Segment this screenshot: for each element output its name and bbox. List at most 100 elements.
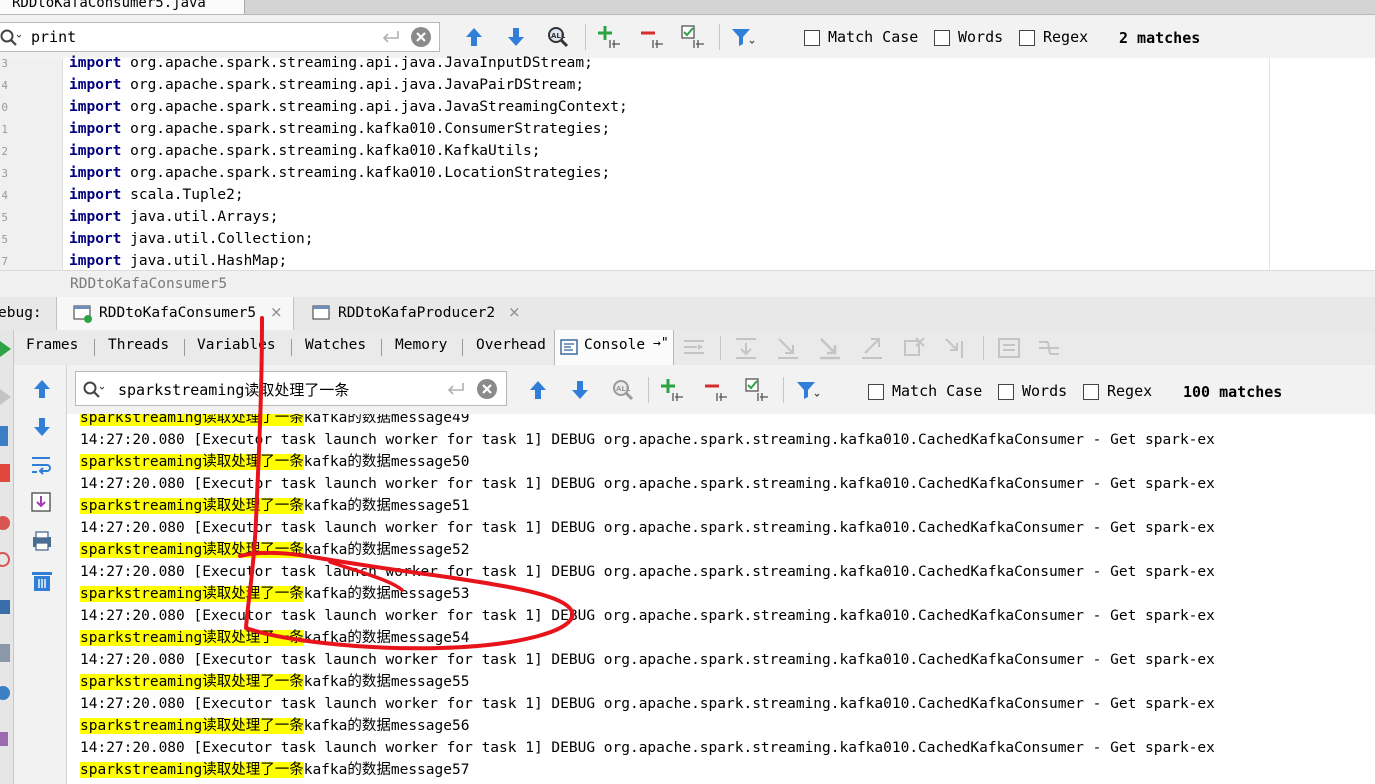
pause-icon[interactable] <box>0 386 12 408</box>
arrow-up-icon[interactable] <box>461 24 487 50</box>
filter-icon[interactable] <box>730 24 756 50</box>
close-icon[interactable]: × <box>270 303 283 321</box>
camera-icon[interactable] <box>0 600 10 614</box>
arrow-down-icon[interactable] <box>29 414 55 440</box>
match-case-checkbox[interactable] <box>804 30 820 46</box>
find-all-icon[interactable]: ALL <box>544 24 570 50</box>
step-out-icon[interactable] <box>859 335 885 361</box>
console-text: 14:27:20.080 [Executor task launch worke… <box>80 608 1215 624</box>
tab-threads[interactable]: Threads <box>108 337 169 353</box>
tab-console-label: Console <box>584 337 646 353</box>
regex-checkbox[interactable] <box>1019 30 1035 46</box>
code-line[interactable]: import scala.Tuple2; <box>69 187 244 203</box>
trace-icon[interactable] <box>1036 335 1062 361</box>
search-highlight: sparkstreaming读取处理了一条 <box>80 414 304 426</box>
tab-variables[interactable]: Variables <box>197 337 276 353</box>
line-number: 7 <box>1 255 8 268</box>
pin-icon[interactable]: →" <box>653 336 669 351</box>
code-line[interactable]: import org.apache.spark.streaming.api.ja… <box>69 55 593 71</box>
breakpoints-icon[interactable] <box>0 516 10 530</box>
console-text: kafka的数据message53 <box>303 586 470 602</box>
console-search-input[interactable] <box>118 379 438 399</box>
remove-selection-icon[interactable] <box>639 24 665 50</box>
force-step-into-icon[interactable] <box>817 335 843 361</box>
tab-watches[interactable]: Watches <box>305 337 366 353</box>
breadcrumb: RDDtoKafaConsumer5 <box>0 270 1375 298</box>
select-all-occurrences-icon[interactable] <box>744 377 770 403</box>
arrow-down-icon[interactable] <box>503 24 529 50</box>
step-into-icon[interactable] <box>775 335 801 361</box>
console-text: 14:27:20.080 [Executor task launch worke… <box>80 432 1215 448</box>
code-line[interactable]: import java.util.Collection; <box>69 231 313 247</box>
code-line[interactable]: import org.apache.spark.streaming.kafka0… <box>69 121 610 137</box>
console-search-field[interactable] <box>75 371 507 406</box>
editor-search-field[interactable] <box>0 22 440 52</box>
console-output[interactable]: sparkstreaming读取处理了一条kafka的数据message49 14… <box>67 414 1375 784</box>
console-text: kafka的数据message57 <box>303 762 470 778</box>
console-line: sparkstreaming读取处理了一条kafka的数据message49 <box>80 414 469 429</box>
words-checkbox[interactable] <box>998 384 1014 400</box>
show-execution-point-icon[interactable] <box>681 335 707 361</box>
debug-subtabs: Frames Threads Variables Watches Memory … <box>0 330 1375 366</box>
scroll-to-end-icon[interactable] <box>29 490 55 516</box>
tab-overhead[interactable]: Overhead <box>476 337 546 353</box>
select-all-occurrences-icon[interactable] <box>680 24 706 50</box>
evaluate-expression-icon[interactable] <box>996 335 1022 361</box>
add-selection-icon[interactable] <box>596 24 622 50</box>
arrow-up-icon[interactable] <box>29 376 55 402</box>
stop-icon[interactable] <box>0 464 10 482</box>
search-icon[interactable] <box>82 380 104 400</box>
code-line[interactable]: import java.util.HashMap; <box>69 253 287 269</box>
debug-tab-producer[interactable]: RDDtoKafaProducer2 × <box>296 297 536 330</box>
tab-frames[interactable]: Frames <box>26 337 78 353</box>
regex-checkbox[interactable] <box>1083 384 1099 400</box>
tab-separator <box>291 339 292 356</box>
close-icon[interactable]: × <box>508 303 521 321</box>
resume-icon[interactable] <box>0 338 12 360</box>
code-line[interactable]: import java.util.Arrays; <box>69 209 279 225</box>
filter-icon[interactable] <box>795 377 821 403</box>
remove-selection-icon[interactable] <box>703 377 729 403</box>
tab-memory[interactable]: Memory <box>395 337 447 353</box>
clear-all-icon[interactable] <box>29 568 55 594</box>
run-to-cursor-icon[interactable] <box>943 335 969 361</box>
arrow-down-icon[interactable] <box>567 377 593 403</box>
code-token: org.apache.spark.streaming.kafka010.Kafk… <box>121 143 541 159</box>
step-over-icon[interactable] <box>733 335 759 361</box>
frame-icon[interactable] <box>0 426 8 446</box>
code-line[interactable]: import org.apache.spark.streaming.kafka0… <box>69 165 610 181</box>
find-all-icon[interactable]: ALL <box>609 377 635 403</box>
console-search-bar: ALL Match Case Words Regex 100 matches <box>67 365 1375 415</box>
code-line[interactable]: import org.apache.spark.streaming.api.ja… <box>69 77 584 93</box>
print-icon[interactable] <box>29 528 55 554</box>
arrow-up-icon[interactable] <box>525 377 551 403</box>
code-line[interactable]: import org.apache.spark.streaming.api.ja… <box>69 99 628 115</box>
debug-tab-consumer[interactable]: RDDtoKafaConsumer5 × <box>56 297 294 330</box>
layout-icon[interactable] <box>0 644 10 662</box>
breadcrumb-class[interactable]: RDDtoKafaConsumer5 <box>70 276 227 292</box>
match-case-checkbox[interactable] <box>868 384 884 400</box>
line-number-gutter: 3 4 0 1 2 3 4 5 5 7 <box>0 57 63 270</box>
keyword-token: import <box>69 187 122 203</box>
tab-separator <box>94 339 95 356</box>
code-editor[interactable]: import org.apache.spark.streaming.api.ja… <box>63 55 1269 270</box>
words-checkbox[interactable] <box>934 30 950 46</box>
toolbar-separator <box>648 377 649 403</box>
console-line: sparkstreaming读取处理了一条kafka的数据message53 <box>80 583 469 605</box>
tab-console[interactable]: Console →" <box>554 330 674 365</box>
add-selection-icon[interactable] <box>659 377 685 403</box>
svg-text:ALL: ALL <box>551 32 566 40</box>
code-line[interactable]: import org.apache.spark.streaming.kafka0… <box>69 143 540 159</box>
clear-icon[interactable] <box>476 378 498 400</box>
editor-tab[interactable]: RDDtoKafaConsumer5.java <box>0 0 245 14</box>
mute-breakpoints-icon[interactable] <box>0 552 10 567</box>
settings-icon[interactable] <box>0 686 10 700</box>
console-line: 14:27:20.080 [Executor task launch worke… <box>80 693 1215 715</box>
search-icon[interactable] <box>0 28 21 48</box>
drop-frame-icon[interactable] <box>901 335 927 361</box>
clear-icon[interactable] <box>410 26 432 48</box>
line-number: 5 <box>1 233 8 246</box>
editor-search-input[interactable] <box>31 27 361 47</box>
pin-tab-icon[interactable] <box>0 732 8 746</box>
soft-wrap-icon[interactable] <box>29 452 55 478</box>
